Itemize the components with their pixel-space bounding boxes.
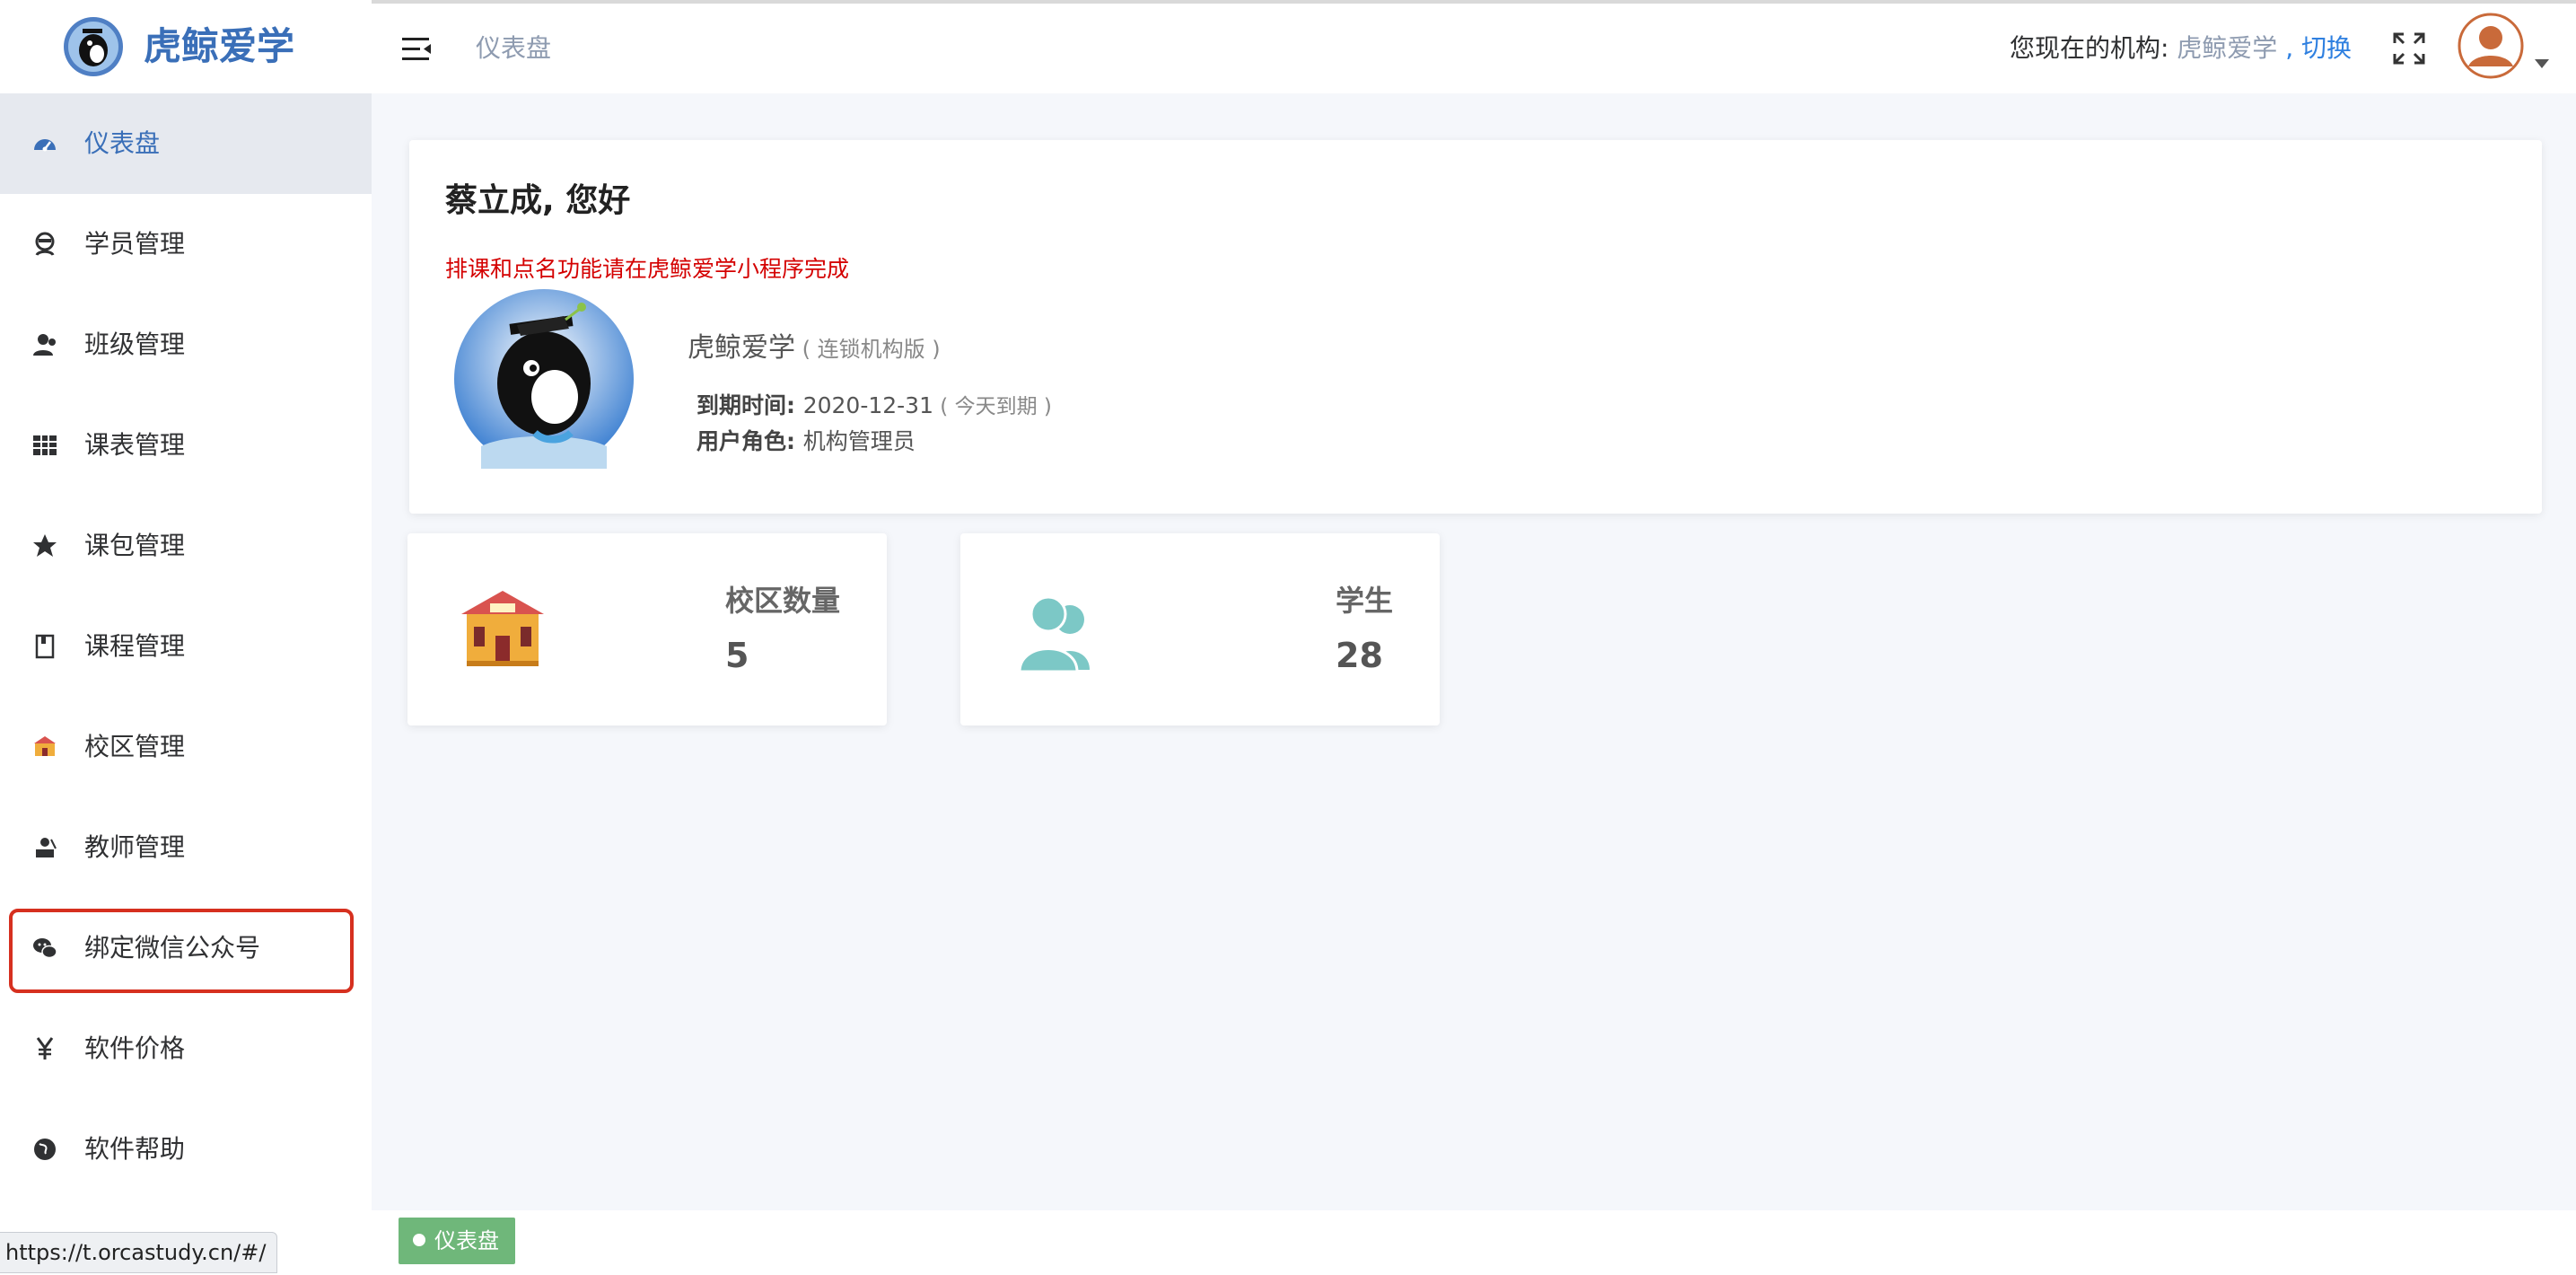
student-icon <box>29 228 61 260</box>
org-title: 虎鲸爱学 ( 连锁机构版 ) <box>688 332 941 364</box>
sidebar-item-courses[interactable]: 课程管理 <box>0 596 372 697</box>
role-label: 用户角色: <box>697 428 803 454</box>
switch-org-link[interactable]: , 切换 <box>2277 33 2352 63</box>
yen-icon <box>29 1033 61 1065</box>
globe-icon <box>29 1133 61 1165</box>
sidebar-item-teachers[interactable]: 教师管理 <box>0 797 372 898</box>
stat-card-students[interactable]: 学生 28 <box>960 533 1440 725</box>
sidebar-item-packages[interactable]: 课包管理 <box>0 496 372 596</box>
tag-dashboard[interactable]: 仪表盘 <box>399 1218 515 1264</box>
book-icon <box>29 630 61 663</box>
org-edition: ( 连锁机构版 ) <box>795 337 941 362</box>
org-name: 虎鲸爱学 <box>2177 33 2278 63</box>
class-icon <box>29 329 61 361</box>
stat-label: 校区数量 <box>724 584 840 618</box>
expire-value: 2020-12-31 <box>802 392 933 418</box>
notice-text: 排课和点名功能请在虎鲸爱学小程序完成 <box>445 256 850 282</box>
orca-mascot-icon <box>454 289 634 469</box>
top-header: 仪表盘 您现在的机构: 虎鲸爱学 , 切换 <box>372 4 2576 93</box>
active-dot-icon <box>413 1234 425 1246</box>
sidebar-item-label: 仪表盘 <box>84 128 161 158</box>
school-building-icon <box>461 591 544 666</box>
chevron-down-icon[interactable] <box>2535 59 2549 68</box>
stat-label: 学生 <box>1335 584 1393 618</box>
stat-value: 28 <box>1336 636 1383 675</box>
sidebar-item-dashboard[interactable]: 仪表盘 <box>0 93 372 194</box>
star-icon <box>29 530 61 562</box>
students-group-icon <box>1018 595 1090 673</box>
expire-label: 到期时间: <box>697 392 803 418</box>
status-bar-url: https://t.orcastudy.cn/#/ <box>0 1232 278 1273</box>
sidebar-item-label: 课程管理 <box>84 631 186 661</box>
teacher-icon <box>29 831 61 864</box>
fullscreen-icon[interactable] <box>2391 31 2427 66</box>
expire-hint: ( 今天到期 ) <box>933 395 1052 418</box>
sidebar-item-label: 课表管理 <box>84 430 186 460</box>
user-avatar[interactable] <box>2458 13 2524 79</box>
tags-bar: 仪表盘 <box>372 1210 2576 1275</box>
brand-title: 虎鲸爱学 <box>144 24 295 68</box>
org-prefix: 您现在的机构: <box>2009 33 2177 63</box>
brand[interactable]: 虎鲸爱学 <box>0 0 372 93</box>
school-icon <box>29 731 61 763</box>
menu-toggle-icon[interactable] <box>400 34 433 65</box>
sidebar-item-label: 校区管理 <box>84 732 186 761</box>
role-value: 机构管理员 <box>802 428 916 454</box>
sidebar-item-help[interactable]: 软件帮助 <box>0 1099 372 1200</box>
orca-logo-icon <box>64 17 123 76</box>
sidebar-item-classes[interactable]: 班级管理 <box>0 295 372 395</box>
sidebar-item-label: 软件价格 <box>84 1033 186 1063</box>
sidebar: 虎鲸爱学 仪表盘 学员管理 班级管理 课表管理 课包管理 课程管理 校区管理 教… <box>0 0 372 1275</box>
greeting: 蔡立成, 您好 <box>445 182 631 219</box>
sidebar-item-label: 教师管理 <box>84 832 186 862</box>
sidebar-item-pricing[interactable]: 软件价格 <box>0 998 372 1099</box>
sidebar-item-label: 班级管理 <box>84 330 186 359</box>
role-row: 用户角色: 机构管理员 <box>697 424 916 456</box>
expire-row: 到期时间: 2020-12-31 ( 今天到期 ) <box>697 388 1052 420</box>
sidebar-item-schedule[interactable]: 课表管理 <box>0 395 372 496</box>
sidebar-item-label: 课包管理 <box>84 531 186 560</box>
annotation-highlight-box <box>9 909 354 993</box>
sidebar-item-label: 学员管理 <box>84 229 186 259</box>
sidebar-item-students[interactable]: 学员管理 <box>0 194 372 295</box>
breadcrumb[interactable]: 仪表盘 <box>476 4 551 93</box>
current-org: 您现在的机构: 虎鲸爱学 , 切换 <box>2010 4 2352 93</box>
stat-value: 5 <box>725 636 749 675</box>
welcome-card: 蔡立成, 您好 排课和点名功能请在虎鲸爱学小程序完成 虎鲸爱学 ( 连锁机构版 … <box>409 140 2542 514</box>
schedule-icon <box>29 429 61 462</box>
dashboard-icon <box>29 128 61 160</box>
stat-card-campuses[interactable]: 校区数量 5 <box>407 533 887 725</box>
sidebar-item-label: 软件帮助 <box>84 1134 186 1164</box>
sidebar-item-campuses[interactable]: 校区管理 <box>0 697 372 797</box>
